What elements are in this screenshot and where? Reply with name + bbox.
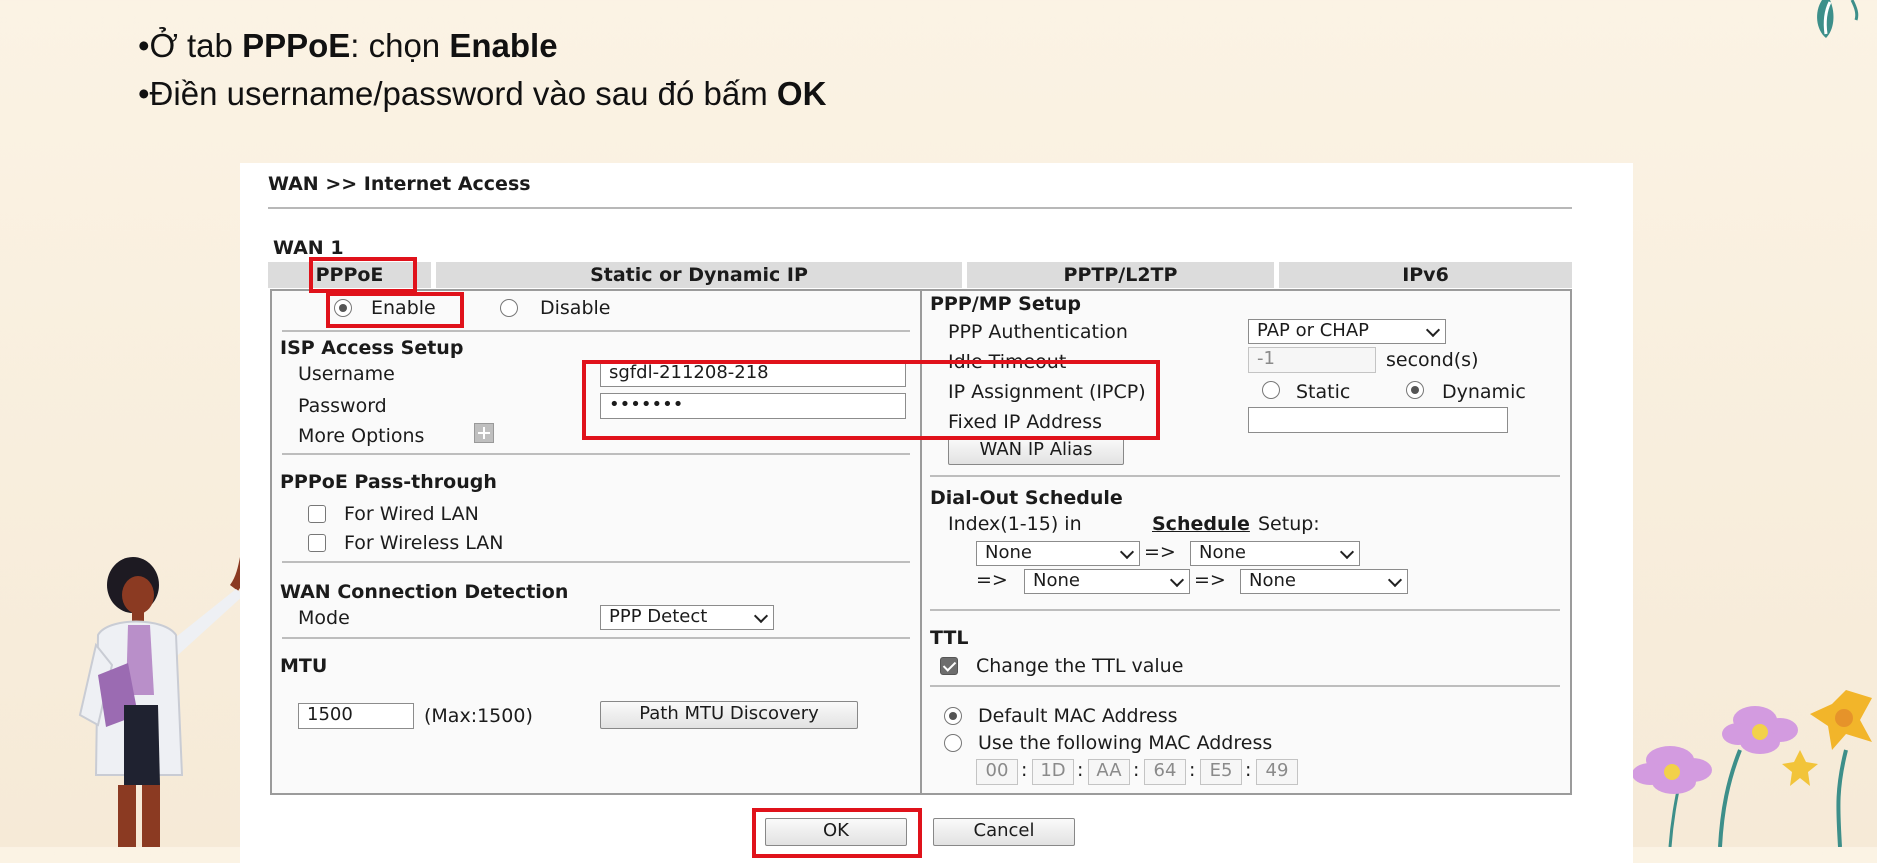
ppp-heading: PPP/MP Setup <box>930 293 1081 315</box>
passthrough-heading: PPPoE Pass-through <box>280 471 497 493</box>
mac-sep: : <box>1021 759 1028 781</box>
schedule-select-2[interactable]: None <box>1190 541 1360 566</box>
password-label: Password <box>298 395 387 417</box>
wired-lan-label: For Wired LAN <box>344 503 479 525</box>
static-radio[interactable] <box>1262 381 1280 399</box>
expand-plus-icon[interactable] <box>474 423 494 443</box>
arrow-1: => <box>1144 541 1176 563</box>
tab-static-dynamic-ip[interactable]: Static or Dynamic IP <box>436 262 962 288</box>
ttl-heading: TTL <box>930 627 969 649</box>
separator <box>930 475 1560 477</box>
custom-mac-radio[interactable] <box>944 734 962 752</box>
separator <box>930 609 1560 611</box>
mac-sep: : <box>1245 759 1252 781</box>
chevron-down-icon <box>753 608 769 624</box>
arrow-2: => <box>976 569 1008 591</box>
tab-pptp-l2tp[interactable]: PPTP/L2TP <box>967 262 1274 288</box>
wan-ip-alias-button[interactable]: WAN IP Alias <box>948 437 1124 465</box>
idle-timeout-input[interactable]: -1 <box>1248 347 1376 373</box>
more-options-label: More Options <box>298 425 425 447</box>
wireless-lan-label: For Wireless LAN <box>344 532 504 554</box>
mode-select[interactable]: PPP Detect <box>600 605 774 630</box>
schedule-select-4[interactable]: None <box>1240 569 1408 594</box>
wan-label: WAN 1 <box>273 237 344 259</box>
disable-label: Disable <box>540 297 611 319</box>
mac-sep: : <box>1189 759 1196 781</box>
mtu-heading: MTU <box>280 655 328 677</box>
highlight-enable <box>326 292 464 328</box>
tab-bar: PPPoE Static or Dynamic IP PPTP/L2TP IPv… <box>268 262 1572 288</box>
mac-octet-2[interactable]: 1D <box>1032 759 1074 785</box>
separator <box>282 637 910 639</box>
mode-label: Mode <box>298 607 350 629</box>
tab-ipv6[interactable]: IPv6 <box>1279 262 1572 288</box>
separator <box>282 453 910 455</box>
arrow-3: => <box>1194 569 1226 591</box>
instruction-text: •Ở tab PPPoE: chọn Enable •Điền username… <box>138 22 826 118</box>
default-mac-label: Default MAC Address <box>978 705 1178 727</box>
custom-mac-label: Use the following MAC Address <box>978 732 1273 754</box>
title-divider <box>268 207 1572 209</box>
breadcrumb: WAN >> Internet Access <box>268 173 531 195</box>
highlight-pppoe-tab <box>309 257 417 293</box>
mac-octet-6[interactable]: 49 <box>1256 759 1298 785</box>
instruction-line-1: •Ở tab PPPoE: chọn Enable <box>138 27 558 64</box>
chevron-down-icon <box>1387 572 1403 588</box>
fixed-ip-input[interactable] <box>1248 407 1508 433</box>
schedule-select-1[interactable]: None <box>976 541 1140 566</box>
instruction-line-2: •Điền username/password vào sau đó bấm O… <box>138 75 827 112</box>
static-label: Static <box>1296 381 1351 403</box>
path-mtu-discovery-button[interactable]: Path MTU Discovery <box>600 701 858 729</box>
mtu-max-label: (Max:1500) <box>424 705 533 727</box>
wired-lan-checkbox[interactable] <box>308 505 326 523</box>
disable-radio[interactable] <box>500 299 518 317</box>
ppp-auth-label: PPP Authentication <box>948 321 1128 343</box>
default-mac-radio[interactable] <box>944 707 962 725</box>
separator <box>930 685 1560 687</box>
mac-octet-3[interactable]: AA <box>1088 759 1130 785</box>
username-label: Username <box>298 363 395 385</box>
mtu-input[interactable]: 1500 <box>298 703 414 729</box>
mac-octet-4[interactable]: 64 <box>1144 759 1186 785</box>
chevron-down-icon <box>1169 572 1185 588</box>
presenter-illustration <box>78 557 246 847</box>
chevron-down-icon <box>1425 322 1441 338</box>
schedule-select-3[interactable]: None <box>1024 569 1190 594</box>
dynamic-label: Dynamic <box>1442 381 1526 403</box>
mac-sep: : <box>1077 759 1084 781</box>
dialout-heading: Dial-Out Schedule <box>930 487 1123 509</box>
wireless-lan-checkbox[interactable] <box>308 534 326 552</box>
router-config-window: WAN >> Internet Access WAN 1 PPPoE Stati… <box>240 163 1633 863</box>
flower-decoration <box>1632 690 1872 847</box>
separator <box>282 561 910 563</box>
chevron-down-icon <box>1339 544 1355 560</box>
chevron-down-icon <box>1119 544 1135 560</box>
highlight-ok-button <box>752 808 922 858</box>
setup-label: Setup: <box>1258 513 1320 535</box>
ppp-auth-select[interactable]: PAP or CHAP <box>1248 319 1446 344</box>
index-label: Index(1-15) in <box>948 513 1082 535</box>
schedule-link[interactable]: Schedule <box>1152 513 1250 535</box>
ttl-label: Change the TTL value <box>976 655 1184 677</box>
leaf-decoration <box>1817 0 1859 38</box>
cancel-button[interactable]: Cancel <box>933 818 1075 846</box>
mac-octet-5[interactable]: E5 <box>1200 759 1242 785</box>
highlight-credentials <box>582 360 1160 440</box>
detection-heading: WAN Connection Detection <box>280 581 569 603</box>
mac-sep: : <box>1133 759 1140 781</box>
idle-timeout-unit: second(s) <box>1386 349 1479 371</box>
mac-octet-1[interactable]: 00 <box>976 759 1018 785</box>
dynamic-radio[interactable] <box>1406 381 1424 399</box>
ttl-checkbox[interactable] <box>940 657 958 675</box>
separator <box>282 330 910 332</box>
isp-heading: ISP Access Setup <box>280 337 464 359</box>
